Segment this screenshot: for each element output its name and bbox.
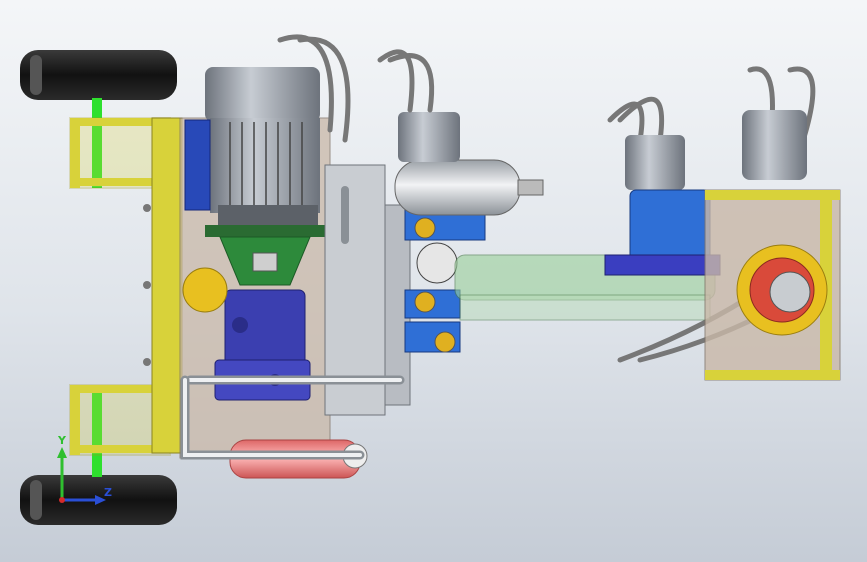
top-wheel [20, 50, 177, 100]
assembly-drawing [20, 34, 841, 525]
accumulator-cylinder [394, 159, 521, 216]
right-drive-unit [604, 135, 721, 276]
electric-motor [184, 67, 320, 225]
yellow-gear [182, 267, 228, 313]
main-side-plate [151, 117, 183, 454]
valve-motor-left [398, 112, 460, 162]
triad-y-label: Y [58, 434, 66, 447]
triad-z-label: Z [104, 486, 112, 499]
right-gearbox [704, 110, 841, 381]
cad-viewport[interactable]: Y Z [0, 0, 867, 562]
